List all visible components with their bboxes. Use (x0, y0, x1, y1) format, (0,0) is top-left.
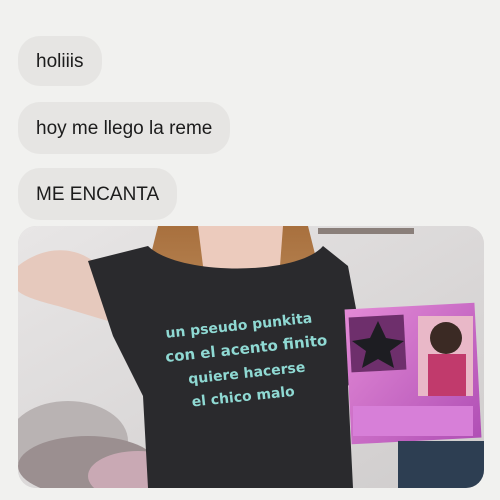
poster-image (344, 302, 482, 445)
photo-message[interactable]: un pseudo punkita con el acento finito q… (18, 226, 484, 488)
message-bubble[interactable]: ME ENCANTA (18, 168, 178, 220)
message-bubble[interactable]: holiiis (18, 36, 102, 86)
chat-thread: holiiis hoy me llego la reme ME ENCANTA (0, 0, 500, 500)
photo-image: un pseudo punkita con el acento finito q… (18, 226, 484, 488)
message-bubble[interactable]: hoy me llego la reme (18, 102, 231, 154)
message-text: ME ENCANTA (36, 183, 160, 205)
message-text: holiiis (36, 50, 84, 72)
message-text: hoy me llego la reme (36, 117, 213, 139)
